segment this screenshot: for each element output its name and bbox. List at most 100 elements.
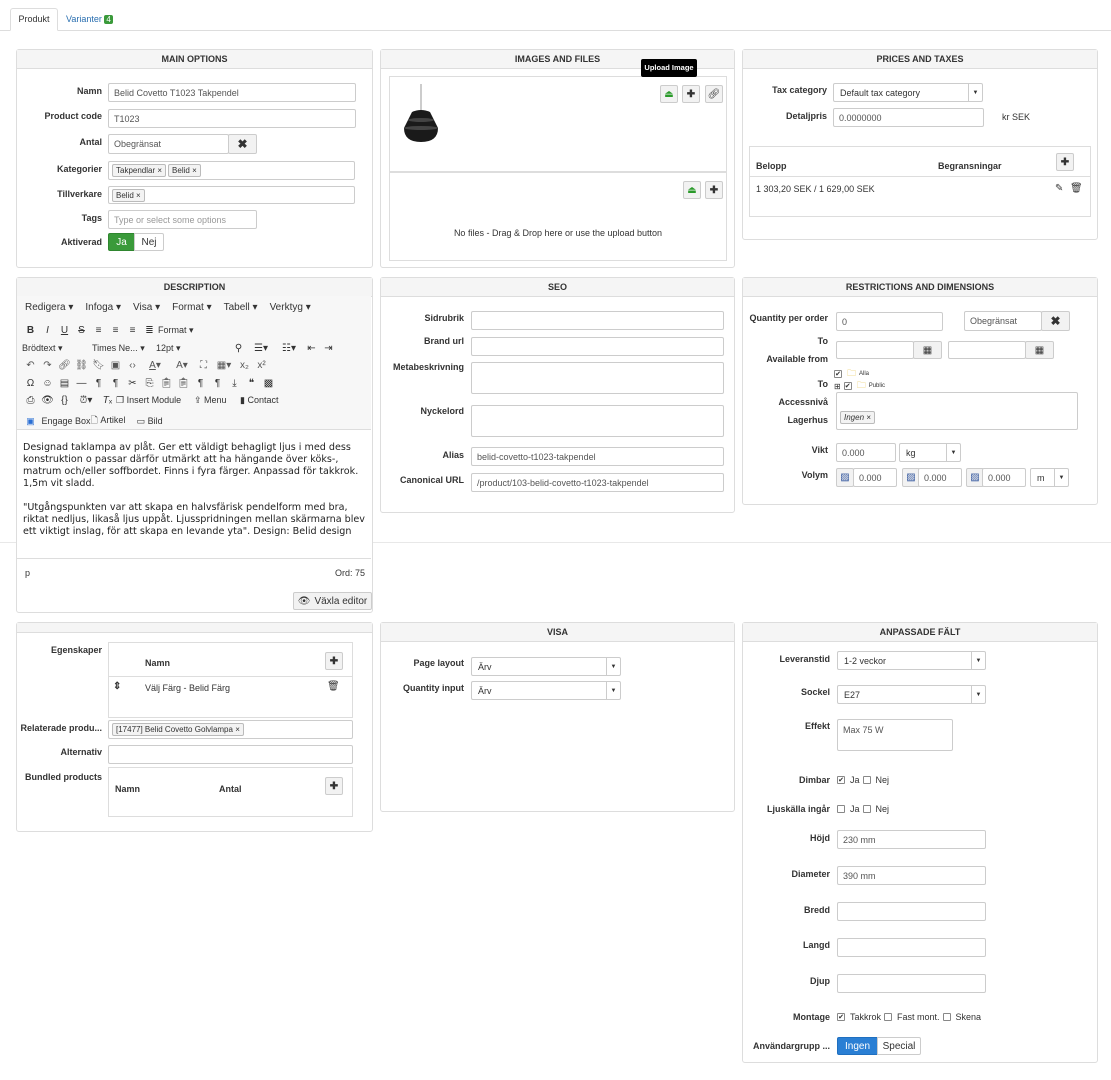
emoji-icon[interactable]: ☺: [39, 378, 56, 389]
upload-image-button[interactable]: ⏏: [660, 85, 678, 103]
horizontal-rule-icon[interactable]: —: [73, 378, 90, 389]
volym-input[interactable]: 0.000: [853, 468, 897, 487]
checkbox-checked-icon[interactable]: ✔: [843, 382, 852, 390]
print-icon[interactable]: ⎙: [22, 395, 39, 406]
menu-verktyg[interactable]: Verktyg ▾: [270, 302, 311, 313]
menu-visa[interactable]: Visa ▾: [133, 302, 160, 313]
manufacturer-tag[interactable]: Belid ×: [112, 188, 145, 202]
code-icon[interactable]: ‹›: [124, 360, 141, 371]
nonbreaking-icon[interactable]: ¶: [209, 378, 226, 389]
time-icon[interactable]: ⏰︎▾: [73, 395, 99, 406]
tab-varianter[interactable]: Varianter 4: [66, 13, 113, 26]
leveranstid-select[interactable]: 1-2 veckor ▼: [837, 651, 986, 670]
clear-antal-button[interactable]: ✖: [228, 134, 257, 154]
rtl-icon[interactable]: ¶: [107, 378, 124, 389]
vikt-input[interactable]: 0.000: [836, 443, 896, 462]
checkbox-checked-icon[interactable]: ✔: [837, 1013, 845, 1021]
unlink-icon[interactable]: ⛓: [73, 360, 90, 371]
toggle-editor-button[interactable]: 👁︎ Växla editor: [293, 592, 372, 610]
bullet-list-icon[interactable]: ☰▾: [247, 343, 275, 354]
alias-input[interactable]: belid-covetto-t1023-takpendel: [471, 447, 724, 466]
image-icon[interactable]: ▣: [107, 360, 124, 371]
cut-icon[interactable]: ✂: [124, 378, 141, 389]
lagerhus-input[interactable]: Ingen ×: [836, 392, 1078, 430]
editor-content[interactable]: Designad taklampa av plåt. Ger ett väldi…: [23, 442, 368, 538]
volym-input[interactable]: 0.000: [982, 468, 1026, 487]
subscript-icon[interactable]: x₂: [236, 360, 253, 371]
template-icon[interactable]: ▩: [260, 378, 277, 389]
clear-max-button[interactable]: ✖: [1041, 311, 1070, 331]
special-char-icon[interactable]: Ω: [22, 378, 39, 389]
drag-handle-icon[interactable]: ⇕: [113, 681, 121, 692]
preview-icon[interactable]: 👁︎: [39, 395, 56, 406]
paste-icon[interactable]: 📋︎: [158, 378, 175, 389]
delete-price-icon[interactable]: 🗑︎: [1070, 183, 1083, 194]
align-left-icon[interactable]: ≡: [90, 325, 107, 336]
link-image-button[interactable]: 🔗︎: [705, 85, 723, 103]
blockquote-icon[interactable]: ❝: [243, 378, 260, 389]
link-icon[interactable]: 🔗︎: [56, 360, 73, 371]
alternativ-input[interactable]: [108, 745, 353, 764]
name-input[interactable]: Belid Covetto T1023 Takpendel: [108, 83, 356, 102]
clear-format-icon[interactable]: Tₓ: [99, 395, 116, 406]
sockel-select[interactable]: E27 ▼: [837, 685, 986, 704]
add-price-button[interactable]: ✚: [1056, 153, 1074, 171]
available-to-date-input[interactable]: [948, 341, 1026, 359]
add-image-button[interactable]: ✚: [682, 85, 700, 103]
media-icon[interactable]: ▤: [56, 378, 73, 389]
undo-icon[interactable]: ↶: [22, 360, 39, 371]
checkbox-icon[interactable]: [884, 1013, 893, 1021]
meta-description-textarea[interactable]: [471, 362, 724, 394]
font-size-select[interactable]: 12pt ▾: [156, 343, 230, 354]
anchor-icon[interactable]: 🔖︎: [90, 360, 107, 371]
numbered-list-icon[interactable]: ☷▾: [275, 343, 303, 354]
add-file-button[interactable]: ✚: [705, 181, 723, 199]
add-bundled-button[interactable]: ✚: [325, 777, 343, 795]
italic-icon[interactable]: I: [39, 325, 56, 336]
tab-produkt[interactable]: Produkt: [10, 8, 58, 31]
menu-tabell[interactable]: Tabell ▾: [224, 302, 258, 313]
antal-input[interactable]: Obegränsat: [108, 134, 229, 154]
vikt-unit-select[interactable]: kg ▼: [899, 443, 961, 462]
calendar-button[interactable]: ▦: [1025, 341, 1054, 359]
ltr-icon[interactable]: ¶: [90, 378, 107, 389]
diameter-input[interactable]: 390 mm: [837, 866, 986, 885]
product-image[interactable]: [400, 84, 444, 146]
text-color-icon[interactable]: A▾: [141, 360, 169, 371]
artikel-button[interactable]: 🗋︎ Artikel: [91, 413, 137, 429]
contact-button[interactable]: ▮ Contact: [240, 395, 292, 406]
insert-icon[interactable]: ⤓: [226, 378, 243, 389]
format-dropdown[interactable]: Format ▾: [158, 325, 194, 336]
menu-infoga[interactable]: Infoga ▾: [85, 302, 121, 313]
expand-icon[interactable]: ⊞: [834, 382, 841, 391]
upload-file-button[interactable]: ⏏: [683, 181, 701, 199]
source-code-icon[interactable]: {}: [56, 395, 73, 406]
djup-input[interactable]: [837, 974, 986, 993]
edit-price-icon[interactable]: ✎: [1055, 183, 1063, 194]
align-right-icon[interactable]: ≡: [124, 325, 141, 336]
background-color-icon[interactable]: A▾: [169, 360, 195, 371]
quantity-per-order-max-input[interactable]: Obegränsat: [964, 311, 1042, 331]
quantity-input-select[interactable]: Ärv ▼: [471, 681, 621, 700]
checkbox-checked-icon[interactable]: ✔: [837, 776, 845, 784]
canonical-url-input[interactable]: /product/103-belid-covetto-t1023-takpend…: [471, 473, 724, 492]
paste-text-icon[interactable]: 📋︎: [175, 378, 192, 389]
table-icon[interactable]: ▦▾: [212, 360, 236, 371]
brand-url-input[interactable]: [471, 337, 724, 356]
engage-box-button[interactable]: ▣ Engage Box: [22, 416, 90, 427]
product-code-input[interactable]: T1023: [108, 109, 356, 128]
tax-category-select[interactable]: Default tax category ▼: [833, 83, 983, 102]
checkbox-icon[interactable]: [862, 805, 871, 813]
tags-input[interactable]: Type or select some options: [108, 210, 257, 229]
quantity-per-order-min-input[interactable]: 0: [836, 312, 943, 331]
strikethrough-icon[interactable]: S: [73, 325, 90, 336]
copy-icon[interactable]: ⎘: [141, 378, 158, 389]
aktiverad-ja-button[interactable]: Ja: [108, 233, 135, 251]
outdent-icon[interactable]: ⇤: [303, 343, 320, 354]
fullscreen-icon[interactable]: ⛶: [195, 360, 212, 371]
checkbox-checked-icon[interactable]: ✔: [834, 370, 842, 378]
tillverkare-input[interactable]: Belid ×: [108, 186, 355, 204]
volym-input[interactable]: 0.000: [918, 468, 962, 487]
checkbox-icon[interactable]: [862, 776, 871, 784]
files-dropzone[interactable]: [389, 172, 727, 261]
